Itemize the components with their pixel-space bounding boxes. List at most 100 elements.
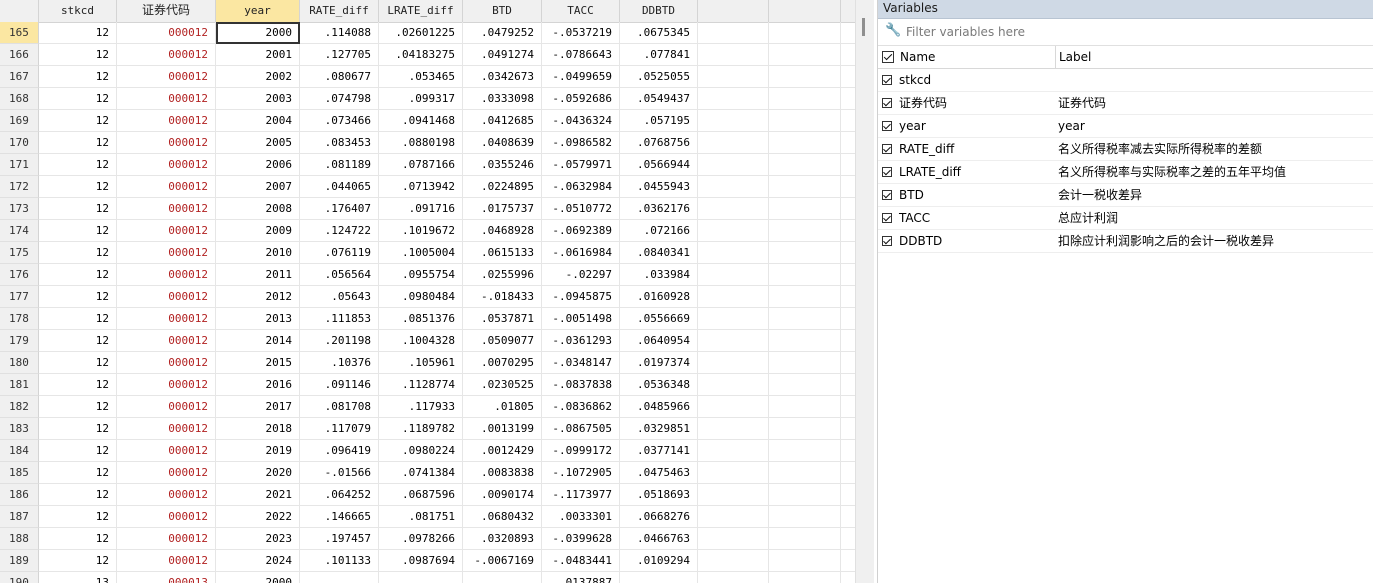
cell-empty[interactable]	[698, 264, 769, 286]
cell-ddbtd[interactable]: .0466763	[620, 528, 698, 550]
cell-empty[interactable]	[698, 132, 769, 154]
cell-empty[interactable]	[841, 88, 855, 110]
variable-row[interactable]: DDBTD 扣除应计利润影响之后的会计一税收差异	[878, 230, 1373, 253]
cell-rate-diff[interactable]: .096419	[300, 440, 379, 462]
cell-tacc[interactable]: -.0436324	[542, 110, 620, 132]
cell-stkcd[interactable]: 12	[39, 44, 117, 66]
table-row[interactable]: 166 12 000012 2001.127705.04183275.0491274-…	[0, 44, 855, 66]
cell-zqdm[interactable]: 000012	[117, 352, 216, 374]
row-number[interactable]: 186	[0, 484, 39, 506]
cell-stkcd[interactable]: 12	[39, 418, 117, 440]
cell-stkcd[interactable]: 12	[39, 132, 117, 154]
cell-lrate-diff[interactable]: .1189782	[379, 418, 463, 440]
cell-empty[interactable]	[769, 264, 841, 286]
variables-header-name[interactable]: Name	[900, 46, 935, 68]
cell-btd[interactable]: .0680432	[463, 506, 542, 528]
cell-empty[interactable]	[841, 198, 855, 220]
cell-btd[interactable]: .0230525	[463, 374, 542, 396]
cell-stkcd[interactable]: 12	[39, 110, 117, 132]
cell-zqdm[interactable]: 000012	[117, 66, 216, 88]
row-number[interactable]: 167	[0, 66, 39, 88]
cell-tacc[interactable]: -.1072905	[542, 462, 620, 484]
cell-rate-diff[interactable]: .080677	[300, 66, 379, 88]
col-header-zqdm[interactable]: 证券代码	[117, 0, 216, 22]
cell-ddbtd[interactable]	[620, 572, 698, 583]
cell-empty[interactable]	[769, 220, 841, 242]
cell-empty[interactable]	[841, 286, 855, 308]
row-number[interactable]: 184	[0, 440, 39, 462]
row-number[interactable]: 170	[0, 132, 39, 154]
variables-filter-input[interactable]	[904, 22, 1368, 42]
cell-btd[interactable]: .0320893	[463, 528, 542, 550]
cell-rate-diff[interactable]: .201198	[300, 330, 379, 352]
cell-rate-diff[interactable]: .083453	[300, 132, 379, 154]
table-row[interactable]: 177 12 000012 2012.05643.0980484 -.018433 -.0…	[0, 286, 855, 308]
cell-rate-diff[interactable]: .044065	[300, 176, 379, 198]
cell-empty[interactable]	[769, 88, 841, 110]
cell-empty[interactable]	[841, 242, 855, 264]
cell-empty[interactable]	[841, 132, 855, 154]
cell-year[interactable]: 2001	[216, 44, 300, 66]
cell-ddbtd[interactable]: .033984	[620, 264, 698, 286]
cell-lrate-diff[interactable]: .0787166	[379, 154, 463, 176]
table-row[interactable]: 173 12 000012 2008.176407.091716.0175737 -.0…	[0, 198, 855, 220]
cell-year[interactable]: 2006	[216, 154, 300, 176]
cell-empty[interactable]	[841, 176, 855, 198]
row-number[interactable]: 181	[0, 374, 39, 396]
cell-empty[interactable]	[841, 572, 855, 583]
table-row[interactable]: 180 12 000012 2015.10376.105961.0070295 -.03…	[0, 352, 855, 374]
cell-ddbtd[interactable]: .077841	[620, 44, 698, 66]
variable-row[interactable]: year year	[878, 115, 1373, 138]
table-row[interactable]: 181 12 000012 2016.091146.1128774.0230525 -.…	[0, 374, 855, 396]
cell-empty[interactable]	[769, 462, 841, 484]
cell-rate-diff[interactable]: .10376	[300, 352, 379, 374]
cell-zqdm[interactable]: 000012	[117, 396, 216, 418]
cell-rate-diff[interactable]: .073466	[300, 110, 379, 132]
cell-year[interactable]: 2007	[216, 176, 300, 198]
cell-ddbtd[interactable]: .0768756	[620, 132, 698, 154]
cell-year[interactable]: 2000	[216, 572, 300, 583]
cell-rate-diff[interactable]: .117079	[300, 418, 379, 440]
cell-rate-diff[interactable]: .127705	[300, 44, 379, 66]
cell-empty[interactable]	[698, 22, 769, 44]
cell-lrate-diff[interactable]: .0687596	[379, 484, 463, 506]
cell-empty[interactable]	[698, 66, 769, 88]
cell-empty[interactable]	[841, 462, 855, 484]
cell-empty[interactable]	[769, 154, 841, 176]
cell-ddbtd[interactable]: .0556669	[620, 308, 698, 330]
table-row[interactable]: 188 12 000012 2023.197457.0978266.0320893 -.…	[0, 528, 855, 550]
row-number[interactable]: 172	[0, 176, 39, 198]
cell-btd[interactable]: -.018433	[463, 286, 542, 308]
cell-ddbtd[interactable]: .0377141	[620, 440, 698, 462]
cell-empty[interactable]	[698, 484, 769, 506]
cell-empty[interactable]	[769, 440, 841, 462]
row-number[interactable]: 183	[0, 418, 39, 440]
cell-zqdm[interactable]: 000012	[117, 176, 216, 198]
table-row[interactable]: 182 12 000012 2017.081708.117933.01805 -.083…	[0, 396, 855, 418]
col-header-year[interactable]: year	[216, 0, 300, 22]
cell-empty[interactable]	[698, 44, 769, 66]
cell-btd[interactable]: .0083838	[463, 462, 542, 484]
cell-btd[interactable]: .0355246	[463, 154, 542, 176]
cell-stkcd[interactable]: 12	[39, 462, 117, 484]
scrollbar-thumb[interactable]	[862, 18, 865, 36]
table-row[interactable]: 189 12 000012 2024.101133.0987694 -.0067169-…	[0, 550, 855, 572]
table-row[interactable]: 190 13 000013 2000 .0137887	[0, 572, 855, 583]
cell-btd[interactable]: .0013199	[463, 418, 542, 440]
cell-empty[interactable]	[698, 286, 769, 308]
table-row[interactable]: 174 12 000012 2009.124722.1019672.0468928 -.…	[0, 220, 855, 242]
row-number[interactable]: 188	[0, 528, 39, 550]
cell-btd[interactable]: .0479252	[463, 22, 542, 44]
cell-btd[interactable]: -.0067169	[463, 550, 542, 572]
col-header-lrate-diff[interactable]: LRATE_diff	[379, 0, 463, 22]
row-number[interactable]: 168	[0, 88, 39, 110]
cell-tacc[interactable]: -.1173977	[542, 484, 620, 506]
row-number[interactable]: 185	[0, 462, 39, 484]
data-grid[interactable]: stkcd 证券代码 year RATE_diff LRATE_diff BTD…	[0, 0, 855, 583]
cell-empty[interactable]	[841, 418, 855, 440]
table-row[interactable]: 179 12 000012 2014.201198.1004328.0509077 -.…	[0, 330, 855, 352]
cell-zqdm[interactable]: 000012	[117, 286, 216, 308]
cell-year[interactable]: 2016	[216, 374, 300, 396]
cell-zqdm[interactable]: 000012	[117, 462, 216, 484]
cell-zqdm[interactable]: 000012	[117, 88, 216, 110]
